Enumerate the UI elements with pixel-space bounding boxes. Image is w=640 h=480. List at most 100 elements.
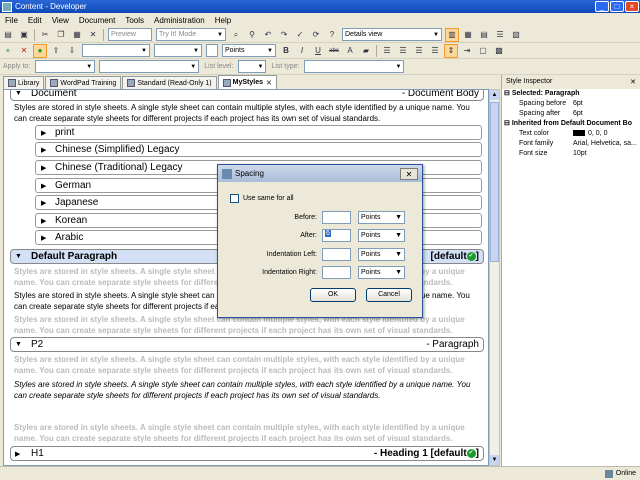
separator: [103, 28, 104, 41]
tab-wordpad-training[interactable]: WordPad Training: [45, 76, 122, 89]
cancel-button[interactable]: Cancel: [366, 288, 412, 302]
ok-button[interactable]: OK: [310, 288, 356, 302]
style-child[interactable]: ▶ Chinese (Simplified) Legacy: [35, 142, 482, 157]
before-input[interactable]: [322, 210, 351, 224]
after-input[interactable]: 6: [322, 228, 351, 242]
remove-icon[interactable]: ✕: [17, 44, 31, 58]
close-inspector-icon[interactable]: ✕: [630, 78, 636, 86]
expand-icon[interactable]: ▶: [41, 234, 55, 242]
expand-icon[interactable]: ▶: [41, 217, 55, 225]
list-icon[interactable]: ☰: [493, 28, 507, 42]
align-left-icon[interactable]: ☰: [380, 44, 394, 58]
after-unit-select[interactable]: Points ▼: [358, 228, 405, 242]
dialog-close-button[interactable]: ✕: [400, 167, 418, 180]
indent-right-unit-select[interactable]: Points ▼: [358, 265, 405, 279]
menu-administration[interactable]: Administration: [149, 16, 210, 25]
style-p2[interactable]: ▼ P2 - Paragraph: [10, 337, 484, 352]
tab-mystyles[interactable]: MyStyles ✕: [217, 75, 277, 89]
style-child[interactable]: ▶ print: [35, 125, 482, 140]
list-level-select[interactable]: ▼: [238, 60, 267, 73]
collapse-icon[interactable]: ▼: [15, 253, 25, 260]
mode-select[interactable]: Try It! Mode ▼: [156, 28, 226, 41]
delete-icon[interactable]: ✕: [86, 28, 100, 42]
collapse-icon[interactable]: ▼: [15, 341, 25, 348]
link-icon[interactable]: ⚲: [245, 28, 259, 42]
save-icon[interactable]: ▣: [17, 28, 31, 42]
border-icon[interactable]: ▢: [476, 44, 490, 58]
expand-icon[interactable]: ▶: [41, 182, 55, 190]
menu-edit[interactable]: Edit: [23, 16, 47, 25]
justify-icon[interactable]: ☰: [428, 44, 442, 58]
undo-icon[interactable]: ↶: [261, 28, 275, 42]
font-color-icon[interactable]: A: [343, 44, 357, 58]
tab-standard[interactable]: Standard (Read-Only 1): [122, 76, 217, 89]
cut-icon[interactable]: ✂: [38, 28, 52, 42]
menu-help[interactable]: Help: [210, 16, 236, 25]
expand-icon[interactable]: ▶: [41, 199, 55, 207]
approve-icon[interactable]: ●: [33, 43, 47, 58]
scroll-up-icon[interactable]: ▲: [490, 90, 499, 100]
style-h1[interactable]: ▶ H1 - Heading 1 [default ✓]: [10, 446, 484, 461]
import-icon[interactable]: ⇪: [49, 44, 63, 58]
strike-button[interactable]: abc: [327, 44, 341, 58]
menu-tools[interactable]: Tools: [120, 16, 149, 25]
open-icon[interactable]: ▤: [1, 28, 15, 42]
shading-icon[interactable]: ▩: [492, 44, 506, 58]
indent-left-input[interactable]: [322, 247, 351, 261]
expand-icon[interactable]: ▶: [15, 450, 25, 458]
size-select[interactable]: [206, 44, 218, 57]
expand-icon[interactable]: ▶: [41, 129, 55, 137]
close-tab-icon[interactable]: ✕: [266, 79, 272, 87]
checkbox-box[interactable]: [230, 194, 239, 203]
style-document[interactable]: ▼ Document - Document Body: [10, 90, 484, 101]
paste-icon[interactable]: ▦: [70, 28, 84, 42]
refresh-icon[interactable]: ⟳: [309, 28, 323, 42]
indent-icon[interactable]: ⇥: [460, 44, 474, 58]
style-select[interactable]: ▼: [82, 44, 150, 57]
layout-icon[interactable]: ▥: [445, 27, 459, 42]
menu-file[interactable]: File: [0, 16, 23, 25]
tab-library[interactable]: Library: [3, 76, 45, 89]
spell-icon[interactable]: ✓: [293, 28, 307, 42]
expand-icon[interactable]: ▶: [41, 164, 55, 172]
scroll-down-icon[interactable]: ▼: [490, 455, 499, 465]
tree-icon[interactable]: ▧: [509, 28, 523, 42]
align-center-icon[interactable]: ☰: [396, 44, 410, 58]
list-type-select[interactable]: ▼: [304, 60, 405, 73]
collapse-icon[interactable]: ▼: [15, 90, 25, 97]
font-select[interactable]: ▼: [154, 44, 202, 57]
close-window-button[interactable]: ×: [625, 1, 639, 12]
expand-icon[interactable]: ▶: [41, 146, 55, 154]
apply-to-select[interactable]: ▼: [35, 60, 96, 73]
grid-icon[interactable]: ▤: [477, 28, 491, 42]
export-icon[interactable]: ⇩: [65, 44, 79, 58]
align-right-icon[interactable]: ☰: [412, 44, 426, 58]
copy-icon[interactable]: ❐: [54, 28, 68, 42]
menu-view[interactable]: View: [47, 16, 74, 25]
indent-right-input[interactable]: [322, 265, 351, 279]
bold-button[interactable]: B: [279, 44, 293, 58]
separator: [376, 44, 377, 57]
document-icon: [222, 78, 231, 87]
scroll-thumb[interactable]: [490, 102, 499, 262]
editor-scrollbar[interactable]: ▲ ▼: [489, 89, 500, 466]
use-same-checkbox[interactable]: Use same for all: [230, 194, 294, 203]
maximize-button[interactable]: □: [610, 1, 624, 12]
redo-icon[interactable]: ↷: [277, 28, 291, 42]
help-icon[interactable]: ?: [325, 28, 339, 42]
indent-left-unit-select[interactable]: Points ▼: [358, 247, 405, 261]
add-icon[interactable]: +: [1, 44, 15, 58]
italic-button[interactable]: I: [295, 44, 309, 58]
view-select[interactable]: Details view ▼: [342, 28, 442, 41]
before-unit-select[interactable]: Points ▼: [358, 210, 405, 224]
target-select[interactable]: ▼: [99, 60, 200, 73]
highlight-icon[interactable]: ▰: [359, 44, 373, 58]
menu-document[interactable]: Document: [74, 16, 120, 25]
columns-icon[interactable]: ▦: [461, 28, 475, 42]
minimize-button[interactable]: _: [595, 1, 609, 12]
preview-button[interactable]: Preview: [108, 28, 152, 41]
spacing-icon[interactable]: ⇕: [444, 43, 458, 58]
underline-button[interactable]: U: [311, 44, 325, 58]
find-icon[interactable]: ⌕: [229, 28, 243, 42]
units-select[interactable]: Points ▼: [222, 44, 276, 57]
